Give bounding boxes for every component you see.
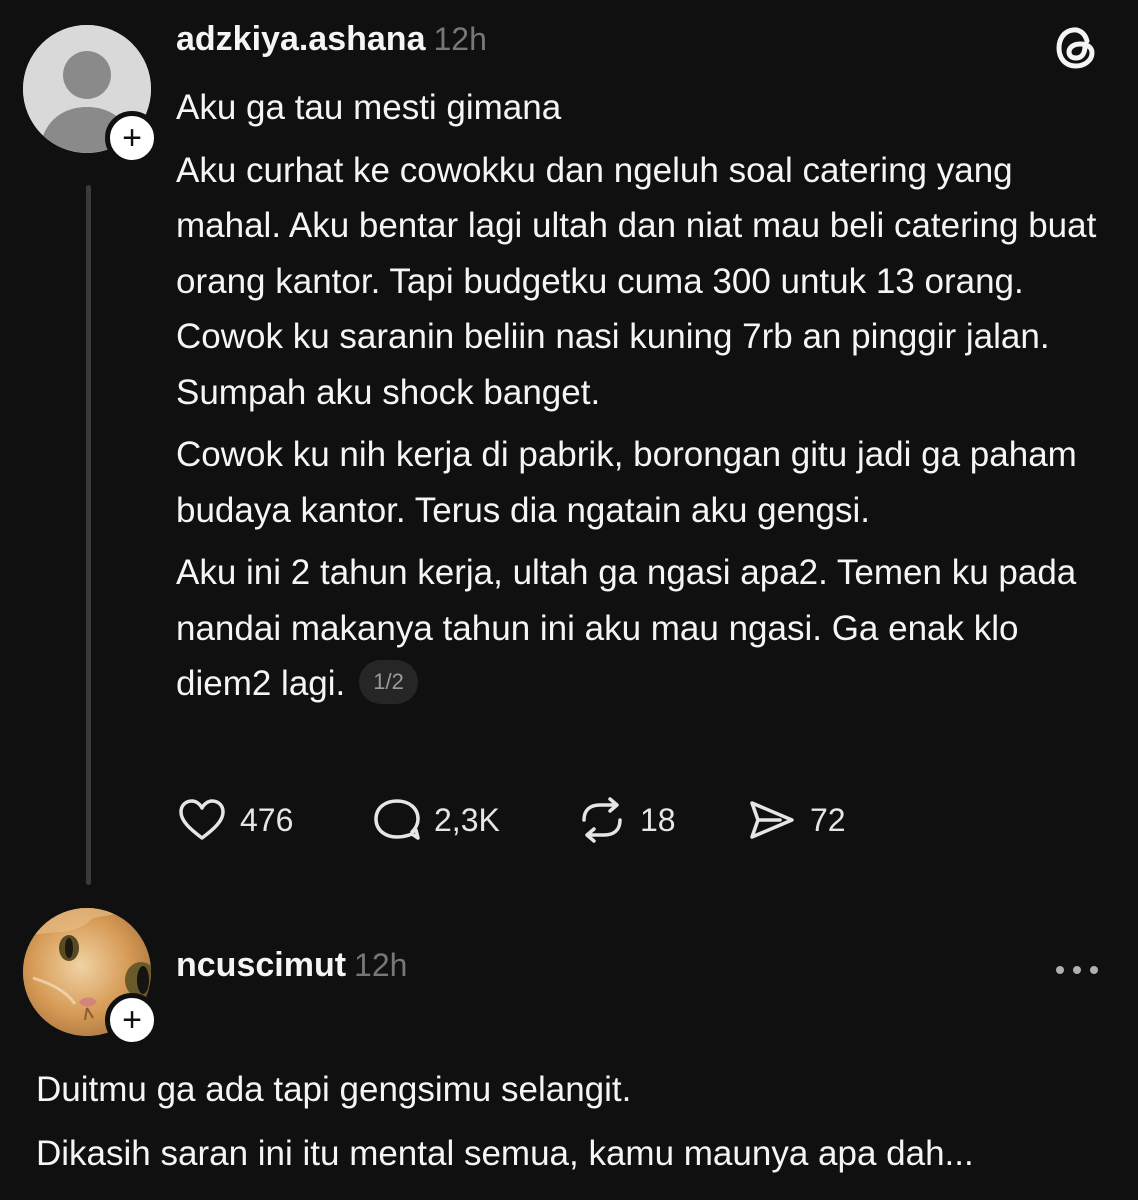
repost-icon <box>582 797 622 843</box>
follow-plus-button[interactable]: + <box>105 111 159 165</box>
post-paragraph: Aku ini 2 tahun kerja, ultah ga ngasi ap… <box>176 553 1077 703</box>
post-username[interactable]: adzkiya.ashana <box>176 20 425 58</box>
page-indicator: 1/2 <box>359 659 418 704</box>
reply-username[interactable]: ncuscimut <box>176 946 346 984</box>
post-paragraph: Aku curhat ke cowokku dan ngeluh soal ca… <box>176 150 1097 412</box>
reply-count: 2,3K <box>434 801 500 838</box>
heart-icon <box>179 799 225 840</box>
post-time: 12h <box>433 21 487 57</box>
like-button[interactable]: 476 <box>176 794 372 846</box>
comment-icon <box>374 799 420 840</box>
thread-line <box>86 185 91 885</box>
post-body: Aku ga tau mesti gimana Aku curhat ke co… <box>176 80 1106 719</box>
send-icon <box>750 801 794 839</box>
threads-logo-icon[interactable] <box>1052 22 1102 72</box>
post-header: adzkiya.ashana 12h <box>176 20 487 59</box>
share-count: 72 <box>810 801 846 838</box>
post-paragraph: Cowok ku nih kerja di pabrik, borongan g… <box>176 435 1077 530</box>
share-button[interactable]: 72 <box>746 794 846 846</box>
reply-button[interactable]: 2,3K <box>372 794 576 846</box>
repost-count: 18 <box>640 801 676 838</box>
more-horizontal-icon[interactable] <box>1052 958 1102 982</box>
reply-line: Dikasih saran ini itu mental semua, kamu… <box>36 1134 974 1173</box>
repost-button[interactable]: 18 <box>576 794 746 846</box>
reply-line: Duitmu ga ada tapi gengsimu selangit. <box>36 1070 632 1109</box>
post-actions: 476 2,3K 18 72 <box>176 794 846 846</box>
reply-header: ncuscimut 12h <box>176 946 407 985</box>
post-paragraph-last: Aku ini 2 tahun kerja, ultah ga ngasi ap… <box>176 545 1106 712</box>
like-count: 476 <box>240 801 294 838</box>
post-paragraph: Aku ga tau mesti gimana <box>176 88 562 127</box>
follow-plus-button[interactable]: + <box>105 993 159 1047</box>
reply-body: Duitmu ga ada tapi gengsimu selangit. Di… <box>36 1061 1126 1183</box>
reply-time: 12h <box>354 947 408 983</box>
